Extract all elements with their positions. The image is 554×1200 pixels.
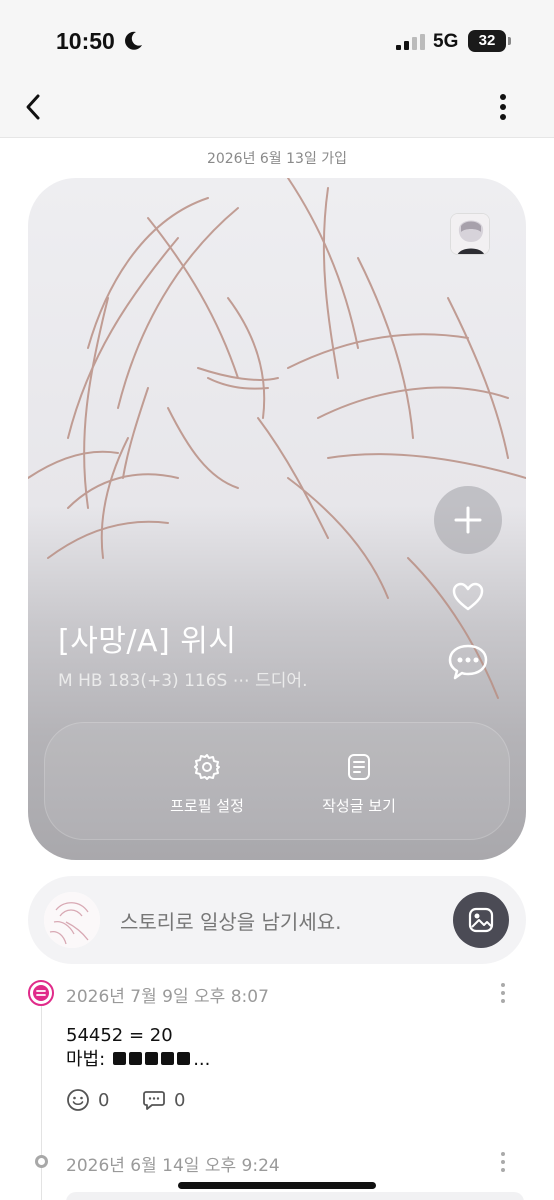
add-button[interactable] [434,486,502,554]
profile-actions-panel: 프로필 설정 작성글 보기 [44,722,510,840]
timeline-line [41,1004,42,1200]
story-composer[interactable]: 스토리로 일상을 남기세요. [28,876,526,964]
image-icon [468,907,494,933]
comment-count: 0 [174,1089,186,1111]
post-type-icon [28,980,54,1006]
comment-icon [143,1091,165,1110]
joined-date: 2026년 6월 13일 가입 [206,151,348,167]
post-more-icon[interactable] [498,982,508,1004]
profile-card: [사망/A] 위시 M HB 183(+3) 116S ⋯ 드디어. 프로필 설… [28,178,526,860]
view-posts-label: 작성글 보기 [322,797,396,815]
post-line-1: 54452 = 20 [66,1025,173,1046]
back-button[interactable] [20,90,48,124]
document-icon [348,754,370,780]
chat-bubble-icon[interactable] [447,642,489,682]
add-image-button[interactable] [453,892,509,948]
battery-tip [508,37,511,45]
post-line-2-suffix: ... [193,1049,211,1070]
post-date: 2026년 7월 9일 오후 8:07 [66,987,269,1007]
comment-button[interactable]: 0 [142,1088,185,1112]
post-content: 54452 = 20 마법: ... [66,1024,210,1072]
plus-icon [454,506,482,534]
post-more-icon[interactable] [498,1151,508,1173]
story-placeholder: 스토리로 일상을 남기세요. [120,910,342,934]
post-date: 2026년 6월 14일 오후 9:24 [66,1156,280,1176]
profile-avatar-small[interactable] [450,213,490,255]
moon-icon [125,31,142,50]
redacted-blocks [113,1048,193,1072]
more-options-button[interactable] [492,90,514,124]
emoji-count: 0 [98,1089,110,1111]
smile-icon [67,1089,89,1111]
view-posts-button[interactable]: 작성글 보기 [299,753,419,816]
post-line-2: 마법: ... [66,1048,210,1072]
profile-settings-button[interactable]: 프로필 설정 [147,753,267,816]
timeline-dot [35,1155,48,1168]
battery-icon: 32 [468,30,506,52]
home-indicator [178,1182,376,1189]
status-time: 10:50 [56,28,115,54]
profile-bio: M HB 183(+3) 116S ⋯ 드디어. [58,671,308,691]
network-type: 5G [433,31,459,52]
post-preview-card[interactable] [66,1192,524,1200]
profile-name: [사망/A] 위시 [58,624,237,659]
signal-icon [396,34,425,50]
profile-settings-label: 프로필 설정 [170,797,244,815]
heart-icon[interactable] [451,581,485,613]
status-bar: 10:50 5G 32 [0,0,554,82]
gear-icon [194,754,220,780]
post-line-2-prefix: 마법: [66,1049,106,1070]
emoji-reaction-button[interactable]: 0 [66,1088,109,1112]
story-avatar [44,892,100,948]
